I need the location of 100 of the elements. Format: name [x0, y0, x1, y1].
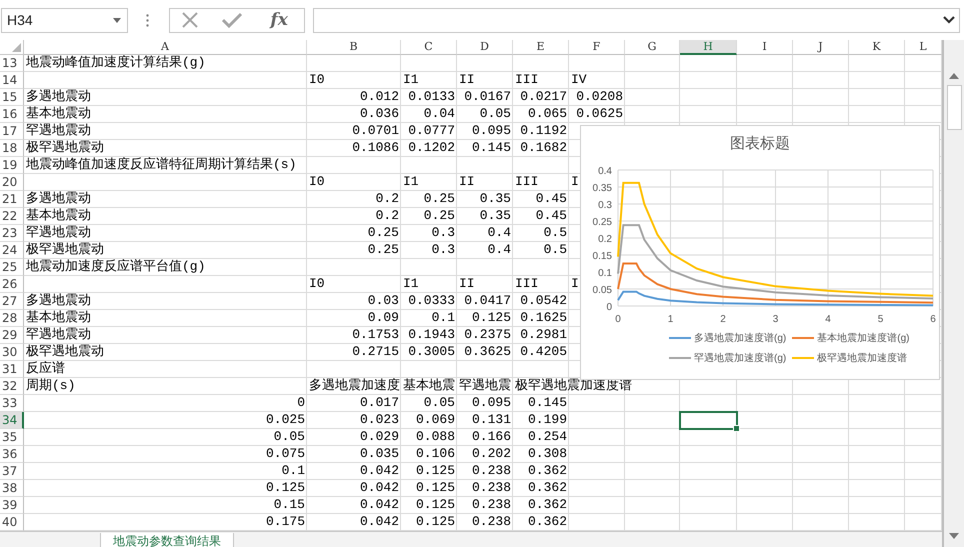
x-tick-label: 1 [668, 314, 674, 325]
table-cell: 0.3625 [464, 344, 511, 359]
table-cell: I0 [309, 72, 325, 87]
chart-title: 图表标题 [730, 134, 790, 153]
table-cell: 0.069 [416, 412, 455, 427]
table-cell: 0.05 [274, 429, 305, 444]
cancel-icon[interactable] [182, 12, 198, 28]
row-header[interactable]: 29 [0, 327, 24, 344]
row-header[interactable]: 15 [0, 89, 24, 106]
table-cell: 罕遇地震 [459, 378, 511, 393]
row-header[interactable]: 30 [0, 344, 24, 361]
scroll-thumb[interactable] [946, 85, 962, 130]
formula-input[interactable] [313, 8, 960, 32]
x-tick-label: 3 [772, 314, 778, 325]
y-tick-label: 0.4 [598, 166, 612, 177]
row-header[interactable]: 19 [0, 157, 24, 174]
row-header[interactable]: 16 [0, 106, 24, 123]
row-header[interactable]: 17 [0, 123, 24, 140]
y-tick-label: 0.05 [592, 285, 612, 296]
row-header[interactable]: 32 [0, 378, 24, 395]
table-cell: 0.05 [480, 106, 511, 121]
row-header[interactable]: 14 [0, 72, 24, 89]
column-header[interactable]: L [905, 40, 942, 55]
y-tick-label: 0.2 [598, 234, 612, 245]
row-header[interactable]: 24 [0, 242, 24, 259]
table-cell: 0.4 [488, 225, 511, 240]
table-cell: IV [571, 72, 587, 87]
x-tick-label: 0 [615, 314, 621, 325]
row-header[interactable]: 39 [0, 497, 24, 514]
check-icon[interactable] [222, 12, 242, 28]
column-header[interactable]: J [793, 40, 849, 55]
row-header[interactable]: 38 [0, 480, 24, 497]
row-header[interactable]: 13 [0, 55, 24, 72]
table-cell: 0.023 [360, 412, 399, 427]
table-cell: 地震动峰值加速度反应谱特征周期计算结果(s) [26, 157, 296, 172]
row-header[interactable]: 34 [0, 412, 24, 429]
column-header[interactable]: E [513, 40, 569, 55]
table-cell: 0.2981 [520, 327, 567, 342]
scroll-down-icon[interactable] [949, 533, 959, 539]
table-cell: II [459, 276, 475, 291]
table-cell: 多遇地震动 [26, 89, 91, 104]
table-cell: 0.1625 [520, 310, 567, 325]
row-header[interactable]: 36 [0, 446, 24, 463]
row-header[interactable]: 31 [0, 361, 24, 378]
row-header[interactable]: 27 [0, 293, 24, 310]
table-cell: III [515, 276, 538, 291]
row-header[interactable]: 18 [0, 140, 24, 157]
table-cell: 0.0208 [576, 89, 623, 104]
column-header[interactable]: A [24, 40, 307, 55]
table-cell: 罕遇地震动 [26, 327, 91, 342]
column-header[interactable]: B [307, 40, 401, 55]
table-cell: 0.25 [424, 208, 455, 223]
table-cell: 0.199 [528, 412, 567, 427]
insert-function-button[interactable]: fx [266, 10, 292, 30]
table-cell: 0.0777 [408, 123, 455, 138]
table-cell: 罕遇地震动 [26, 123, 91, 138]
table-cell: 0.2 [376, 208, 399, 223]
table-cell: 0 [297, 395, 305, 410]
table-cell: 0.1 [282, 463, 305, 478]
table-cell: 0.0217 [520, 89, 567, 104]
more-icon[interactable] [146, 14, 149, 26]
table-cell: 0.0167 [464, 89, 511, 104]
column-header[interactable]: D [457, 40, 513, 55]
row-header[interactable]: 28 [0, 310, 24, 327]
table-cell: 0.4205 [520, 344, 567, 359]
row-header[interactable]: 21 [0, 191, 24, 208]
row-header[interactable]: 26 [0, 276, 24, 293]
row-header[interactable]: 23 [0, 225, 24, 242]
column-header[interactable]: C [401, 40, 457, 55]
table-cell: 0.5 [544, 242, 567, 257]
scroll-up-icon[interactable] [949, 73, 959, 79]
row-header[interactable]: 22 [0, 208, 24, 225]
column-header[interactable]: F [569, 40, 625, 55]
column-header[interactable]: K [849, 40, 905, 55]
row-header[interactable]: 37 [0, 463, 24, 480]
name-box[interactable]: H34 [1, 8, 128, 32]
table-cell: 0.012 [360, 89, 399, 104]
table-cell: 0.175 [266, 514, 305, 529]
sheet-tab[interactable]: 地震动参数查询结果 [100, 533, 234, 547]
chevron-down-icon[interactable] [943, 16, 955, 24]
y-tick-label: 0.15 [592, 251, 612, 262]
table-cell: 0.042 [360, 480, 399, 495]
vertical-scrollbar[interactable] [944, 40, 964, 547]
table-cell: 0.362 [528, 514, 567, 529]
chart-area[interactable]: 图表标题 0 0.05 0.1 0.15 0.2 0.25 0.3 0.35 0.4 0 1 2 3 4 5 6 多遇地震加速度谱(g) 基本地震加速度谱(g) 罕遇地震加速度谱(g) 极罕遇地震加速度谱 [580, 125, 940, 380]
column-header[interactable]: I [737, 40, 793, 55]
table-cell: 0.035 [360, 446, 399, 461]
row-header[interactable]: 35 [0, 429, 24, 446]
table-cell: 0.095 [472, 395, 511, 410]
table-cell: 0.3005 [408, 344, 455, 359]
row-header[interactable]: 25 [0, 259, 24, 276]
table-cell: 0.03 [368, 293, 399, 308]
table-cell: 0.3 [432, 225, 455, 240]
column-header[interactable]: H [680, 40, 737, 55]
row-header[interactable]: 20 [0, 174, 24, 191]
table-cell: 0.2715 [352, 344, 399, 359]
table-cell: 0.125 [416, 497, 455, 512]
y-tick-label: 0.35 [592, 183, 612, 194]
select-all-icon[interactable] [12, 43, 21, 52]
x-tick-label: 5 [878, 314, 884, 325]
